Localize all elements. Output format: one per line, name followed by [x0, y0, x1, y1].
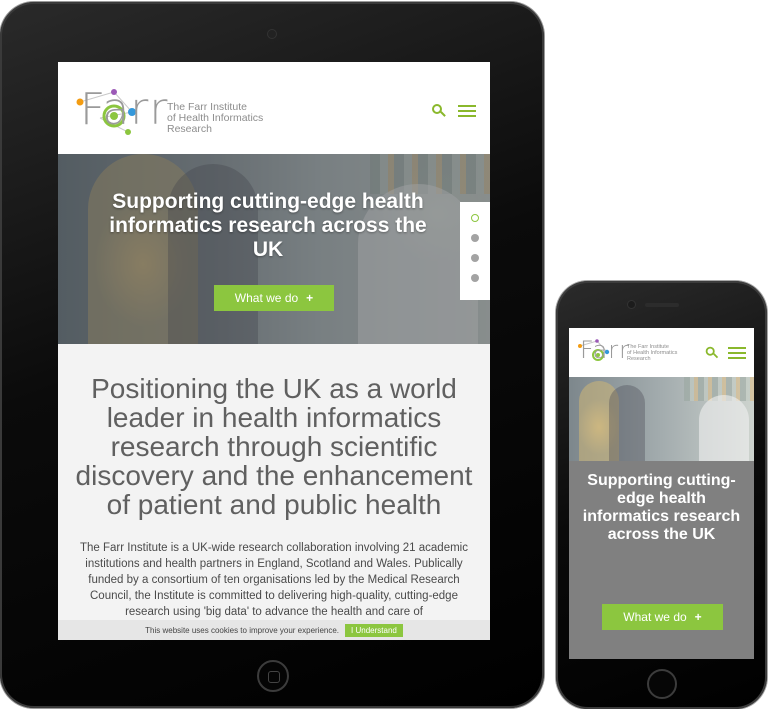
phone-device: Farr The Farr Institute of Health Inform…	[556, 281, 767, 709]
hero-photo-father	[609, 385, 645, 461]
phone-camera	[628, 301, 635, 308]
header-actions	[705, 346, 746, 360]
logo-wordmark: Farr	[580, 336, 631, 364]
search-icon[interactable]	[705, 346, 719, 360]
phone-home-button	[647, 669, 677, 699]
tablet-camera	[268, 30, 276, 38]
button-label: What we do	[623, 610, 687, 624]
phone-screen: Farr The Farr Institute of Health Inform…	[569, 328, 754, 659]
logo-subtitle: The Farr Institute of Health Informatics…	[627, 344, 677, 362]
header-actions	[432, 104, 476, 118]
button-label: What we do	[234, 291, 299, 305]
plus-icon: +	[694, 610, 702, 624]
what-we-do-button[interactable]: What we do +	[214, 285, 334, 311]
cookie-accept-button[interactable]: I Understand	[345, 623, 403, 637]
intro-heading: Positioning the UK as a world leader in …	[75, 373, 473, 520]
farr-logo[interactable]: Farr The Farr Institute of Health Inform…	[575, 336, 685, 368]
tablet-home-button	[257, 660, 289, 692]
logo-wordmark: Farr	[80, 84, 169, 135]
search-icon[interactable]	[432, 104, 446, 118]
slide-dot[interactable]	[471, 234, 479, 242]
logo-subtitle: The Farr Institute of Health Informatics…	[167, 101, 263, 136]
slide-dot[interactable]	[471, 274, 479, 282]
tablet-device: Farr The Farr Institute of Health Inform…	[0, 2, 544, 708]
hamburger-menu-icon[interactable]	[458, 105, 476, 117]
hero-title: Supporting cutting-edge health informati…	[109, 190, 427, 261]
logo-subtitle-line: Research	[167, 123, 212, 136]
phone-speaker	[645, 303, 679, 307]
slide-dot[interactable]	[471, 254, 479, 262]
tablet-screen: Farr The Farr Institute of Health Inform…	[58, 62, 490, 640]
cookie-message: This website uses cookies to improve you…	[145, 625, 340, 635]
farr-logo[interactable]: Farr The Farr Institute of Health Inform…	[70, 84, 280, 140]
hero-banner: Supporting cutting-edge health informati…	[58, 154, 490, 344]
site-header: Farr The Farr Institute of Health Inform…	[58, 62, 490, 154]
intro-paragraph: The Farr Institute is a UK-wide research…	[80, 542, 468, 618]
phone-site-header: Farr The Farr Institute of Health Inform…	[569, 328, 754, 377]
slide-dot[interactable]	[471, 214, 479, 222]
cookie-banner: This website uses cookies to improve you…	[58, 620, 490, 640]
hamburger-menu-icon[interactable]	[728, 347, 746, 359]
phone-hero-photo	[569, 377, 754, 461]
plus-icon: +	[306, 291, 314, 305]
hero-photo-pharmacist	[699, 395, 749, 461]
phone-hero-title: Supporting cutting-edge health informati…	[582, 472, 741, 543]
slider-pagination	[460, 202, 490, 300]
what-we-do-button[interactable]: What we do +	[602, 604, 723, 630]
logo-subtitle-line: Research	[627, 355, 651, 362]
